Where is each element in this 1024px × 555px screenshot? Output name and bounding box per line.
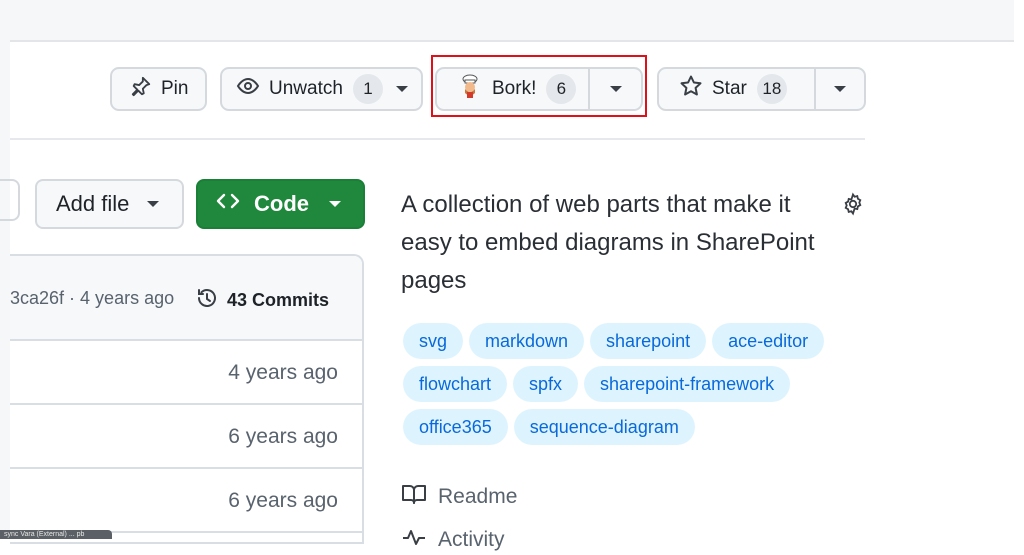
topic-tag[interactable]: markdown	[469, 323, 585, 359]
topic-tag[interactable]: office365	[403, 409, 508, 445]
pin-icon	[130, 75, 152, 103]
commit-count-label: 43 Commits	[227, 290, 330, 310]
status-bar: sync Vara (External) ... pb	[0, 530, 112, 539]
right-gutter	[1014, 0, 1024, 539]
highlight-box	[431, 55, 647, 117]
topic-tag[interactable]: sequence-diagram	[513, 409, 695, 445]
pin-label: Pin	[161, 78, 189, 99]
chevron-down-icon	[395, 86, 408, 92]
star-button-group: Star 18	[657, 67, 866, 111]
star-count: 18	[756, 74, 787, 104]
star-label: Star	[712, 78, 747, 99]
table-row[interactable]: 6 years ago	[10, 469, 362, 533]
topic-list: svg markdown sharepoint ace-editor flowchar…	[403, 323, 873, 452]
activity-link[interactable]: Activity	[401, 525, 505, 555]
code-icon	[216, 191, 240, 217]
file-age: 6 years ago	[228, 489, 338, 512]
gear-icon[interactable]	[841, 192, 865, 221]
topic-tag[interactable]: sharepoint	[590, 323, 707, 359]
topic-tag[interactable]: svg	[403, 323, 464, 359]
topic-tag[interactable]: spfx	[513, 366, 579, 402]
chevron-down-icon	[834, 86, 847, 92]
chevron-down-icon	[147, 201, 160, 207]
table-row[interactable]: 6 years ago	[10, 405, 362, 469]
watch-dropdown[interactable]	[383, 69, 421, 109]
left-gutter	[0, 0, 10, 539]
topic-tag[interactable]: ace-editor	[712, 323, 825, 359]
add-file-button[interactable]: Add file	[35, 179, 184, 229]
topic-tag[interactable]: flowchart	[403, 366, 508, 402]
commit-header: 3ca26f · 4 years ago 43 Commits	[10, 256, 362, 341]
chevron-down-icon	[329, 201, 341, 207]
browser-top-area	[0, 0, 1024, 42]
activity-label: Activity	[438, 528, 505, 551]
readme-link[interactable]: Readme	[401, 482, 517, 512]
header-divider	[10, 138, 865, 140]
unwatch-button[interactable]: Unwatch 1	[222, 69, 383, 109]
code-button[interactable]: Code	[196, 179, 365, 229]
pin-button[interactable]: Pin	[110, 67, 207, 111]
pulse-icon	[401, 525, 427, 555]
file-age: 6 years ago	[228, 425, 338, 448]
file-age: 4 years ago	[228, 361, 338, 384]
repo-description: A collection of web parts that make it e…	[401, 191, 815, 294]
code-label: Code	[254, 191, 309, 216]
add-file-label: Add file	[56, 191, 130, 216]
star-icon	[679, 74, 703, 104]
readme-label: Readme	[438, 485, 518, 508]
file-table: 3ca26f · 4 years ago 43 Commits 4 years …	[10, 254, 364, 544]
history-icon	[195, 286, 219, 315]
star-dropdown[interactable]	[814, 69, 864, 109]
book-icon	[401, 482, 427, 512]
topic-tag[interactable]: sharepoint-framework	[584, 366, 791, 402]
branch-button-partial[interactable]	[0, 179, 20, 221]
table-row[interactable]: 4 years ago	[10, 341, 362, 405]
watch-count: 1	[352, 74, 383, 104]
watch-button-group: Unwatch 1	[220, 67, 423, 111]
commits-link[interactable]: 43 Commits	[195, 286, 329, 315]
latest-commit-info[interactable]: 3ca26f · 4 years ago	[10, 288, 174, 309]
unwatch-label: Unwatch	[269, 78, 343, 99]
star-button[interactable]: Star 18	[659, 69, 814, 109]
eye-icon	[236, 74, 260, 104]
